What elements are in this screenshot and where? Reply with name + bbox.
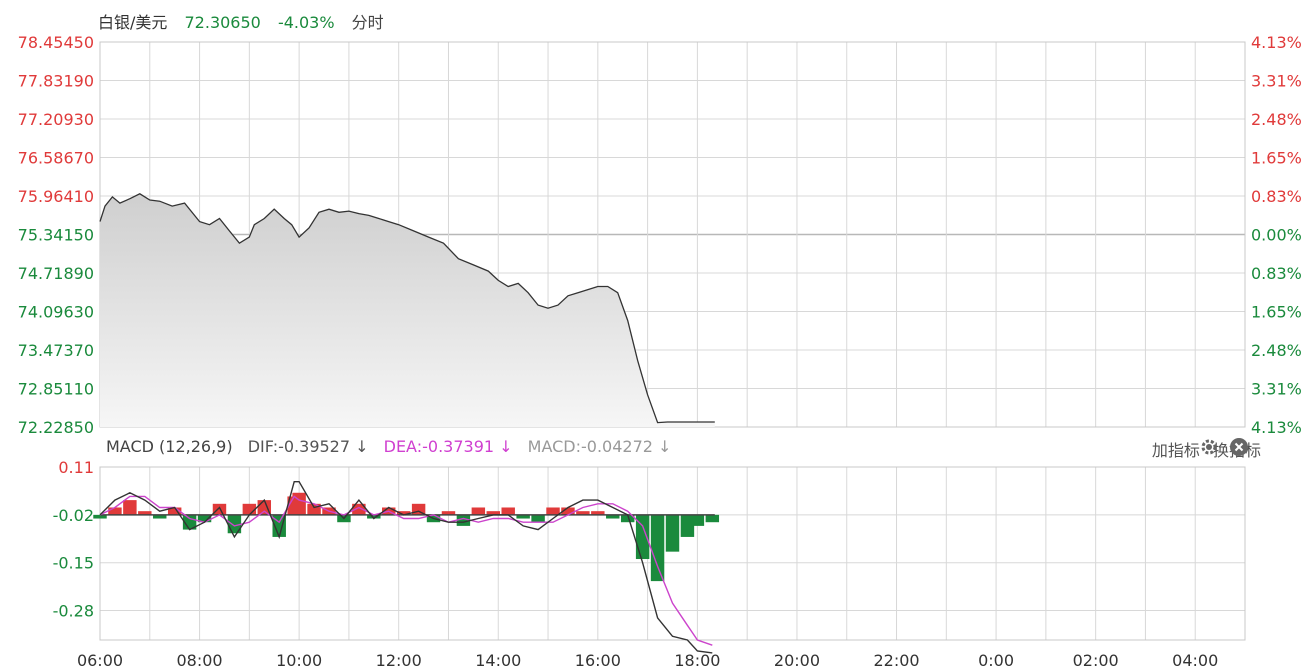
- y-tick-left: 74.71890: [18, 264, 94, 283]
- price-header: 白银/美元 72.30650 -4.03% 分时: [98, 9, 396, 33]
- y-tick-right: 0.00%: [1251, 226, 1302, 245]
- symbol-label: 白银/美元: [98, 13, 168, 32]
- y-tick-right: 1.65%: [1251, 303, 1302, 322]
- y-tick-right: 3.31%: [1251, 380, 1302, 399]
- x-tick-label: 08:00: [177, 651, 223, 669]
- y-tick-left: 75.34150: [18, 226, 94, 245]
- y-tick-right: 0.83%: [1251, 264, 1302, 283]
- x-tick-label: 10:00: [276, 651, 322, 669]
- macd-bar: [531, 514, 545, 523]
- x-tick-label: 06:00: [77, 651, 123, 669]
- close-icon[interactable]: [1229, 437, 1249, 457]
- macd-value: MACD:-0.04272 ↓: [527, 437, 672, 456]
- x-tick-label: 0:00: [978, 651, 1014, 669]
- y-tick-right: 4.13%: [1251, 33, 1302, 52]
- y-tick-left: 78.45450: [18, 33, 94, 52]
- x-tick-label: 20:00: [774, 651, 820, 669]
- price-macd-chart[interactable]: 78.45450 4.13% 77.83190 3.31% 77.20930 2.48% 7…: [0, 0, 1313, 669]
- x-tick-label: 18:00: [674, 651, 720, 669]
- dea-value: DEA:-0.37391 ↓: [383, 437, 513, 456]
- y-tick-left: 72.85110: [18, 380, 94, 399]
- x-tick-label: 22:00: [873, 651, 919, 669]
- macd-y-tick: -0.02: [53, 506, 94, 525]
- x-tick-label: 02:00: [1073, 651, 1119, 669]
- y-tick-right: 0.83%: [1251, 187, 1302, 206]
- y-tick-left: 77.83190: [18, 72, 94, 91]
- macd-bar: [546, 507, 560, 515]
- macd-bar: [650, 514, 665, 582]
- macd-bar: [501, 507, 515, 515]
- macd-bar: [108, 507, 122, 515]
- x-tick-label: 12:00: [376, 651, 422, 669]
- y-tick-left: 73.47370: [18, 341, 94, 360]
- macd-y-tick: 0.11: [58, 458, 94, 477]
- price-value: 72.30650: [184, 13, 261, 32]
- x-tick-label: 14:00: [475, 651, 521, 669]
- macd-name: MACD (12,26,9): [106, 437, 233, 456]
- y-tick-right: 1.65%: [1251, 149, 1302, 168]
- y-tick-right: 3.31%: [1251, 72, 1302, 91]
- y-tick-left: 76.58670: [18, 149, 94, 168]
- y-tick-right: 2.48%: [1251, 110, 1302, 129]
- y-tick-right: 4.13%: [1251, 418, 1302, 437]
- macd-bar: [690, 514, 705, 526]
- y-tick-left: 77.20930: [18, 110, 94, 129]
- gear-icon[interactable]: [1199, 437, 1219, 457]
- macd-y-tick: -0.15: [53, 554, 94, 573]
- macd-bar: [665, 514, 680, 552]
- x-tick-label: 04:00: [1172, 651, 1218, 669]
- dea-line: [99, 495, 713, 646]
- add-indicator-button[interactable]: 加指标: [1152, 441, 1200, 460]
- macd-header: MACD (12,26,9) DIF:-0.39527 ↓ DEA:-0.373…: [106, 437, 681, 456]
- y-tick-right: 2.48%: [1251, 341, 1302, 360]
- change-value: -4.03%: [277, 13, 335, 32]
- macd-bar: [471, 507, 486, 515]
- macd-bar: [123, 500, 137, 515]
- macd-y-tick: -0.28: [53, 602, 94, 621]
- x-tick-label: 16:00: [575, 651, 621, 669]
- dif-value: DIF:-0.39527 ↓: [247, 437, 369, 456]
- macd-panel-border: [99, 466, 1246, 641]
- mode-label[interactable]: 分时: [352, 13, 384, 32]
- macd-bar: [212, 503, 227, 515]
- y-tick-left: 72.22850: [18, 418, 94, 437]
- y-tick-left: 74.09630: [18, 303, 94, 322]
- macd-bar: [705, 514, 720, 523]
- y-tick-left: 75.96410: [18, 187, 94, 206]
